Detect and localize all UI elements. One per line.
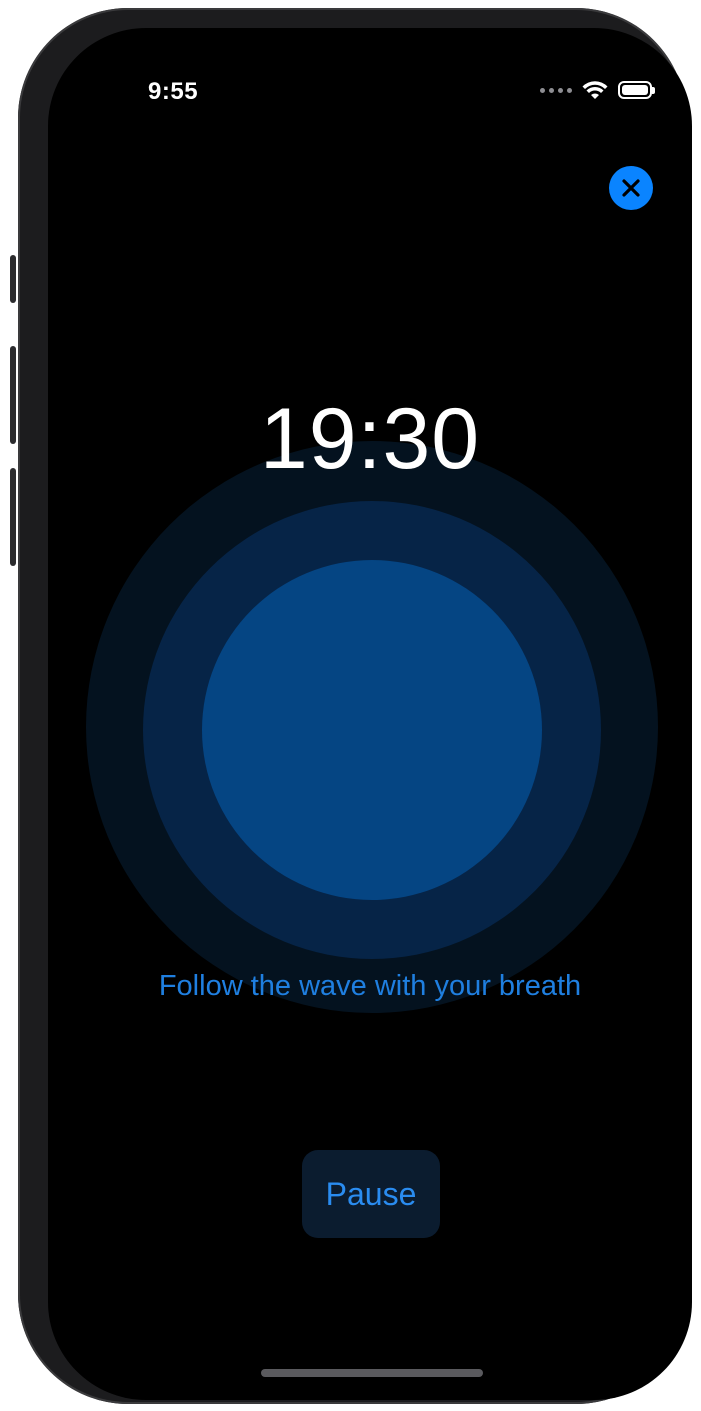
session-timer: 19:30 — [259, 391, 481, 487]
status-bar-time: 9:55 — [148, 78, 199, 105]
device-frame: 9:55 19:30 Follow the wave with your bre… — [10, 8, 692, 1404]
close-icon — [622, 179, 640, 197]
volume-down-button — [10, 468, 16, 566]
wifi-icon — [582, 81, 608, 99]
battery-icon — [618, 81, 655, 99]
breath-instruction: Follow the wave with your breath — [158, 970, 582, 1002]
breath-circle-inner — [202, 560, 542, 900]
home-indicator[interactable] — [261, 1369, 483, 1377]
cellular-signal-icon — [540, 87, 572, 93]
action-button — [10, 255, 16, 303]
volume-up-button — [10, 346, 16, 444]
close-button[interactable] — [609, 166, 653, 210]
status-bar-indicators — [540, 80, 655, 100]
pause-button[interactable]: Pause — [302, 1150, 440, 1238]
screen: 9:55 19:30 Follow the wave with your bre… — [48, 28, 692, 1400]
